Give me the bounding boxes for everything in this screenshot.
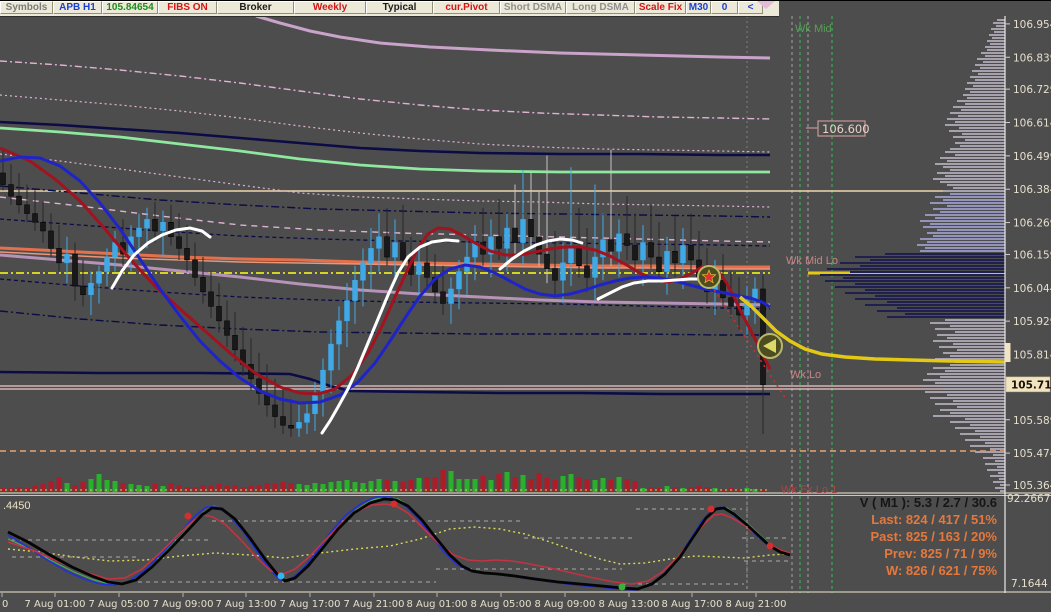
toolbar-button-scale-fix[interactable]: Scale Fix <box>635 1 686 14</box>
price-tick-label: 106.614 <box>1013 118 1051 130</box>
toolbar-button-0[interactable]: 0 <box>711 1 738 14</box>
info-line: Past: 825 / 163 / 20% <box>871 529 998 544</box>
info-line: Prev: 825 / 71 / 9% <box>884 546 997 561</box>
price-callout-label: 106.600 <box>822 122 870 136</box>
time-tick-label: 8 Aug 13:00 <box>598 599 659 610</box>
yellow-ma-price-marker <box>1005 343 1011 362</box>
time-tick-label: 8 Aug 17:00 <box>661 599 722 610</box>
time-tick-label: 7 Aug 05:00 <box>88 599 149 610</box>
time-tick-label: 7 Aug 09:00 <box>152 599 213 610</box>
price-axis[interactable]: 106.954 106.839 106.729 106.614 106.499 106.3… <box>1004 16 1051 593</box>
price-tick-label: 105.929 <box>1013 316 1051 328</box>
volume-profile-histogram <box>820 19 1005 492</box>
price-tick-label: 106.269 <box>1013 218 1051 230</box>
toolbar-button-broker[interactable]: Broker <box>217 1 294 14</box>
wk-ex-lo-label: Wk Ex Lo 1 <box>781 484 837 496</box>
info-line: V ( M1 ): 5.3 / 2.7 / 30.6 <box>860 495 997 510</box>
oscillator-pane[interactable] <box>7 496 791 591</box>
toolbar-button-fibs-on[interactable]: FIBS ON <box>158 1 217 14</box>
time-tick-label: 7 Aug 13:00 <box>215 599 276 610</box>
price-tick-label: 106.499 <box>1013 151 1051 163</box>
toolbar-button-cur-pivot[interactable]: cur.Pivot <box>433 1 500 14</box>
wk-lo-label: Wk Lo <box>790 369 821 381</box>
price-tick-label: 106.044 <box>1013 283 1051 295</box>
info-line: Last: 824 / 417 / 51% <box>871 512 997 527</box>
time-tick-label: 8 Aug 09:00 <box>534 599 595 610</box>
oscillator-scale-label: 7.1644 <box>1011 578 1048 590</box>
oscillator-value-label: .4450 <box>3 500 31 512</box>
info-line: W: 826 / 621 / 75% <box>886 563 997 578</box>
weekly-level-lines <box>0 190 1005 452</box>
volume-bars <box>0 470 770 492</box>
toolbar-button-apb-h1[interactable]: APB H1 <box>53 1 102 14</box>
toolbar: Symbols APB H1 105.84654 FIBS ON Broker Weekl… <box>0 1 779 17</box>
time-tick-label: 8 Aug 05:00 <box>470 599 531 610</box>
time-tick-label: 7 Aug 01:00 <box>24 599 85 610</box>
price-tick-label: 105.474 <box>1013 448 1051 460</box>
toolbar-button-weekly[interactable]: Weekly <box>294 1 366 14</box>
oscillator-scale-label: 92.2667 <box>1007 493 1050 505</box>
chart-area[interactable]: 106.954 106.839 106.729 106.614 106.499 106.3… <box>0 1 1051 612</box>
time-tick-label: 0 <box>2 599 8 610</box>
toolbar-button-long-dsma[interactable]: Long DSMA <box>566 1 635 14</box>
toolbar-button-105-84654[interactable]: 105.84654 <box>102 1 158 14</box>
time-tick-label: 8 Aug 21:00 <box>725 599 786 610</box>
current-price-label: 105.711 <box>1011 379 1051 391</box>
time-tick-label: 7 Aug 17:00 <box>279 599 340 610</box>
toolbar-button-typical[interactable]: Typical <box>366 1 433 14</box>
price-tick-label: 106.954 <box>1013 19 1051 31</box>
pink-triangle-marker <box>757 1 775 9</box>
price-tick-label: 105.814 <box>1013 350 1051 362</box>
wk-mid-lo-label: Wk Mid Lo <box>786 255 838 267</box>
price-tick-label: 106.384 <box>1013 184 1051 196</box>
toolbar-button-short-dsma[interactable]: Short DSMA <box>500 1 566 14</box>
indicator-bands <box>0 14 771 396</box>
time-tick-label: 8 Aug 01:00 <box>406 599 467 610</box>
time-axis[interactable]: 07 Aug 01:00 7 Aug 05:00 7 Aug 09:00 7 Aug … <box>1 593 787 610</box>
price-tick-label: 106.839 <box>1013 52 1051 64</box>
toolbar-button-symbols[interactable]: Symbols <box>0 1 53 14</box>
price-tick-label: 105.589 <box>1013 415 1051 427</box>
trading-terminal-window: Symbols APB H1 105.84654 FIBS ON Broker Weekl… <box>0 0 1051 612</box>
wk-mid-label: Wk Mid <box>795 23 832 35</box>
price-tick-label: 106.159 <box>1013 249 1051 261</box>
time-tick-label: 7 Aug 21:00 <box>343 599 404 610</box>
toolbar-button-m30[interactable]: M30 <box>686 1 711 14</box>
price-tick-label: 105.364 <box>1013 480 1051 492</box>
price-tick-label: 106.729 <box>1013 84 1051 96</box>
volume-info-panel: V ( M1 ): 5.3 / 2.7 / 30.6 Last: 824 / 41… <box>860 495 998 578</box>
